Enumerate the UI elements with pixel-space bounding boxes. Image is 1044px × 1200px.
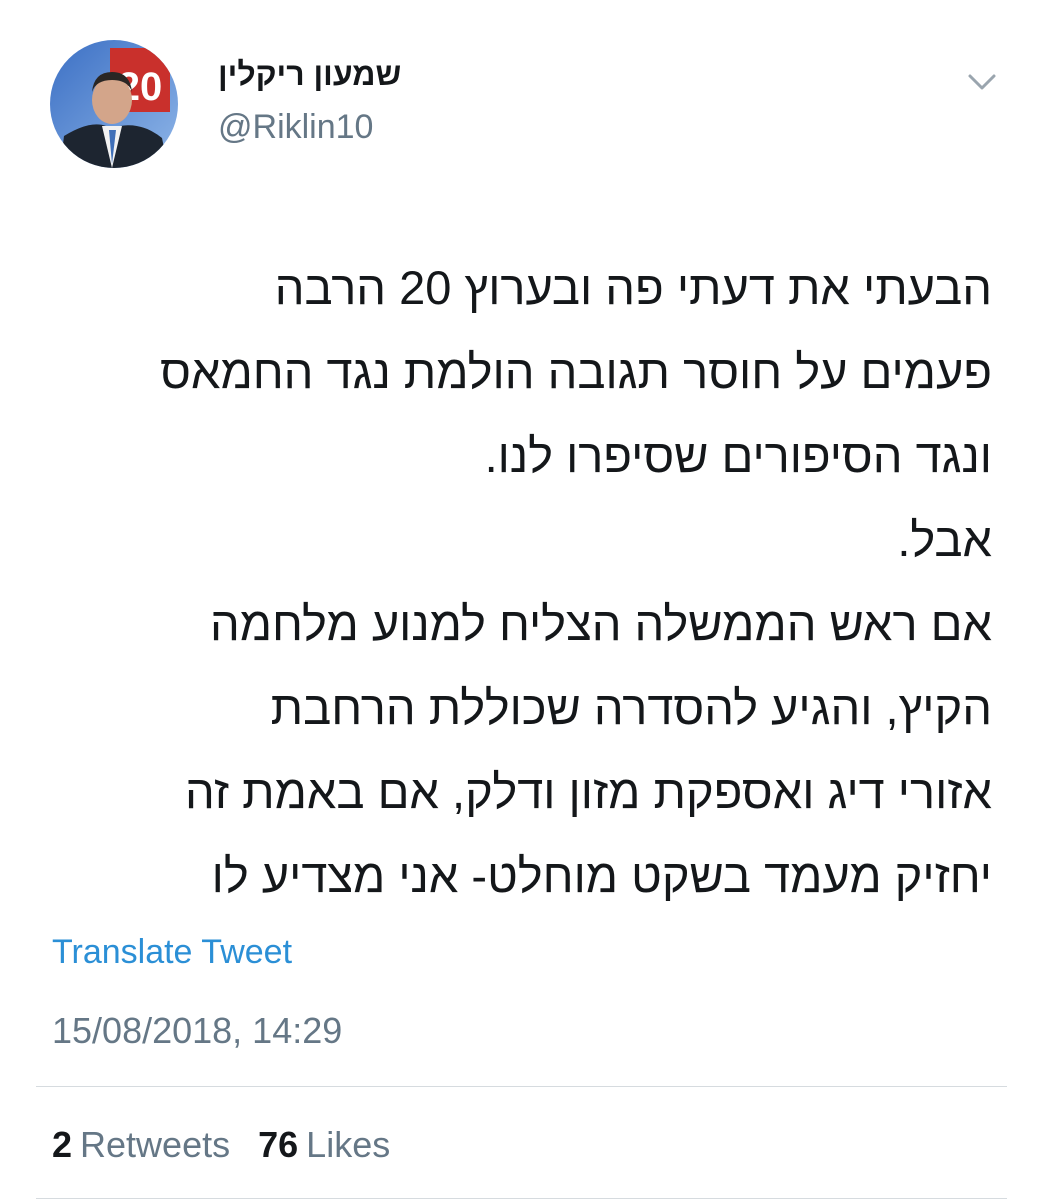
tweet-line: הקיץ, והגיע להסדרה שכוללת הרחבת	[270, 681, 992, 734]
tweet-line: הבעתי את דעתי פה ובערוץ 20 הרבה	[274, 261, 992, 314]
likes-stat[interactable]: 76 Likes	[258, 1124, 390, 1165]
tweet-line: פעמים על חוסר תגובה הולמת נגד החמאס	[160, 345, 992, 398]
avatar-image: 20	[50, 40, 178, 168]
tweet-timestamp[interactable]: 15/08/2018, 14:29	[52, 1010, 342, 1052]
author-handle[interactable]: @Riklin10	[218, 108, 373, 147]
chevron-down-icon[interactable]	[964, 66, 1000, 96]
tweet-line: יחזיק מעמד בשקט מוחלט- אני מצדיע לו	[211, 849, 992, 902]
divider	[36, 1086, 1007, 1087]
retweets-label: Retweets	[80, 1124, 231, 1165]
tweet-line: אבל.	[897, 513, 992, 566]
author-display-name[interactable]: שמעון ריקלין	[218, 56, 401, 93]
translate-tweet-link[interactable]: Translate Tweet	[52, 933, 292, 972]
tweet-line: ונגד הסיפורים שסיפרו לנו.	[484, 429, 992, 482]
author-avatar[interactable]: 20	[50, 40, 178, 168]
likes-count: 76	[258, 1124, 299, 1165]
tweet-text: הבעתי את דעתי פה ובערוץ 20 הרבה פעמים על…	[32, 246, 992, 918]
retweets-stat[interactable]: 2 Retweets	[52, 1124, 230, 1165]
tweet-line: אם ראש הממשלה הצליח למנוע מלחמה	[209, 597, 992, 650]
likes-label: Likes	[306, 1124, 391, 1165]
tweet-line: אזורי דיג ואספקת מזון ודלק, אם באמת זה	[185, 765, 992, 818]
engagement-stats: 2 Retweets 76 Likes	[52, 1124, 408, 1166]
divider	[36, 1198, 1007, 1199]
retweets-count: 2	[52, 1124, 73, 1165]
